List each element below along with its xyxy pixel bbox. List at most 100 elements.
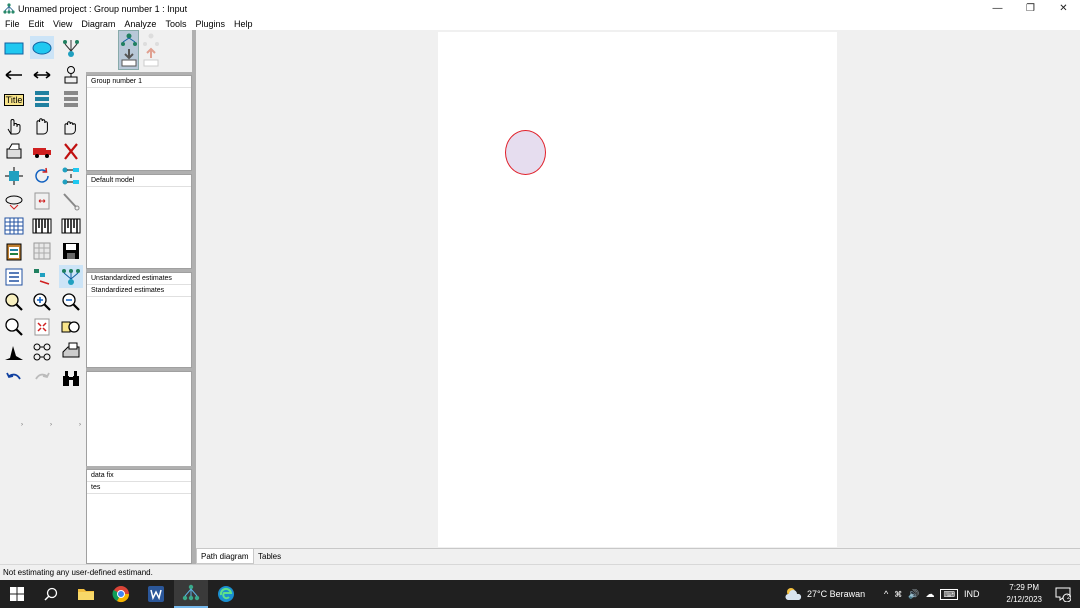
latent-variable-ellipse[interactable] [505,130,546,175]
drawing-area[interactable] [196,30,1080,548]
status-bar: Not estimating any user-defined estimand… [0,564,1080,580]
show-hidden-icons-icon[interactable]: ^ [884,589,888,599]
output-path-icon [142,33,159,67]
redo-tool[interactable] [30,366,54,389]
undo-tool[interactable] [2,366,26,389]
zoom-in-area-tool[interactable] [2,290,26,313]
printer-icon [62,342,80,357]
clipboard-icon [6,243,22,260]
model-item[interactable]: Default model [87,175,191,187]
copy-machine-icon [6,143,22,158]
list-variables-tool[interactable] [30,88,54,111]
file-item[interactable]: tes [87,482,191,494]
computation-summary-panel [86,371,192,467]
menu-edit[interactable]: Edit [24,19,49,29]
file-item[interactable]: data fix [87,470,191,482]
keyboard-icon[interactable]: ⌨ [940,588,958,600]
loupe-tool[interactable] [59,315,83,338]
erase-tool[interactable] [59,139,83,162]
object-properties-tool[interactable] [2,265,26,288]
view-output-button[interactable] [140,30,161,70]
title-tool[interactable]: Title [2,88,26,111]
calculate-estimates-tool[interactable] [30,239,54,262]
select-one-tool[interactable] [2,114,26,137]
save-tool[interactable] [59,239,83,262]
windows-logo-icon [10,587,24,601]
restore-button[interactable]: ❐ [1014,0,1047,17]
touch-up-tool[interactable] [59,189,83,212]
toolbox: Title › › › [0,30,86,564]
onedrive-cloud-icon[interactable]: ☁ [925,589,934,600]
notification-count: 2 [1067,595,1071,601]
tab-path-diagram[interactable]: Path diagram [196,549,254,564]
deselect-all-tool[interactable] [59,114,83,137]
shape-change-tool[interactable] [2,164,26,187]
drag-properties-tool[interactable] [30,265,54,288]
rotate-icon [35,167,49,183]
draw-covariance-tool[interactable] [30,63,54,86]
menu-analyze[interactable]: Analyze [119,19,160,29]
draw-latent-tool[interactable] [30,36,54,59]
minimize-button[interactable]: — [981,0,1014,17]
format-item-unstandardized[interactable]: Unstandardized estimates [87,273,191,285]
notification-center-button[interactable]: 2 [1046,580,1080,608]
start-button[interactable] [0,580,34,608]
menu-help[interactable]: Help [229,19,257,29]
taskbar-chrome[interactable] [104,580,138,608]
close-button[interactable]: ✕ [1047,0,1080,17]
diagram-page[interactable] [438,32,837,547]
weather-widget[interactable]: 27°C Berawan [784,580,865,608]
format-item-standardized[interactable]: Standardized estimates [87,285,191,297]
menu-tools[interactable]: Tools [160,19,190,29]
taskbar-word[interactable] [139,580,173,608]
select-variables-tool[interactable] [30,214,54,237]
taskbar-amos[interactable] [174,580,208,608]
analysis-properties-tool[interactable] [2,239,26,262]
zoom-in-tool[interactable] [30,290,54,313]
menu-plugins[interactable]: Plugins [190,19,229,29]
select-data-files-tool[interactable] [2,214,26,237]
model-navigator: Group number 1 Default model Unstandardi… [86,30,194,564]
properties-list-icon [5,268,23,285]
duplicate-tool[interactable] [2,139,26,162]
print-tool[interactable] [59,340,83,363]
input-language[interactable]: IND [964,589,980,599]
menu-file[interactable]: File [0,19,24,29]
network-icon[interactable]: ⌘ [894,590,902,599]
search-button[interactable] [34,580,68,608]
select-all-tool[interactable] [30,114,54,137]
fit-to-page-tool[interactable] [30,315,54,338]
draw-path-tool[interactable] [2,63,26,86]
add-unique-variable-tool[interactable] [59,63,83,86]
preserve-symmetries-tool[interactable] [59,265,83,288]
move-parameter-tool[interactable] [2,189,26,212]
plugin-arrow-icon: › [50,422,52,428]
draw-indicator-tool[interactable] [59,36,83,59]
group-item[interactable]: Group number 1 [87,76,191,88]
system-clock[interactable]: 7:29 PM 2/12/2023 [1006,582,1042,606]
reflect-tool[interactable] [59,164,83,187]
multiple-group-tool[interactable] [30,340,54,363]
word-icon [148,586,164,602]
view-tabs: Path diagram Tables [196,548,1080,564]
specification-search-tool[interactable] [59,366,83,389]
list-model-icon [35,90,49,107]
menu-view[interactable]: View [48,19,76,29]
rotate-tool[interactable] [30,164,54,187]
taskbar-file-explorer[interactable] [69,580,103,608]
tab-tables[interactable]: Tables [254,549,285,564]
scroll-tool[interactable] [30,189,54,212]
move-tool[interactable] [30,139,54,162]
menu-diagram[interactable]: Diagram [76,19,119,29]
list-dataset-tool[interactable] [59,88,83,111]
volume-icon[interactable]: 🔊 [908,589,919,600]
taskbar-edge[interactable] [209,580,243,608]
view-input-button[interactable] [118,30,139,70]
draw-observed-tool[interactable] [2,36,26,59]
view-variables-tool[interactable] [59,214,83,237]
truck-icon [33,147,51,158]
degrees-of-freedom-tool[interactable] [2,340,26,363]
view-page-tool[interactable] [2,315,26,338]
folder-icon [78,589,94,600]
zoom-out-tool[interactable] [59,290,83,313]
